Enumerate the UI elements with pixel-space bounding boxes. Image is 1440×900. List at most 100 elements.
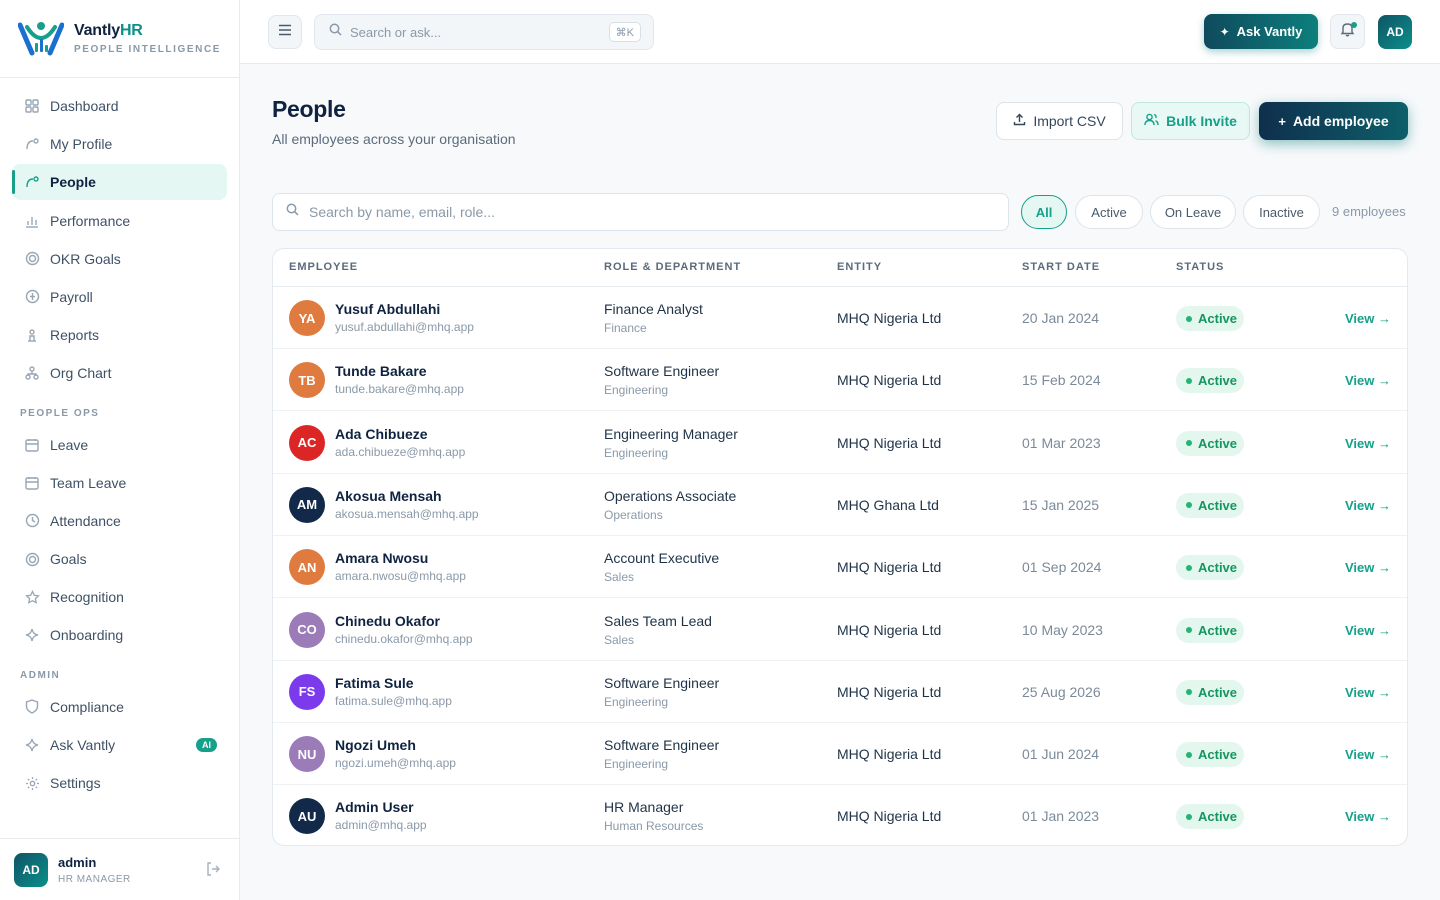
bar-chart-icon [24,213,40,229]
column-header-status[interactable]: STATUS [1176,261,1224,273]
status-dot [1186,689,1192,696]
sidebar-item-my-profile[interactable]: My Profile [12,126,227,162]
table-row[interactable]: AC Ada Chibueze ada.chibueze@mhq.app Engine… [273,412,1407,474]
view-employee-link[interactable]: View → [1345,809,1391,824]
sidebar-item-label: Dashboard [50,98,119,114]
column-header-entity[interactable]: ENTITY [837,261,882,273]
employee-name[interactable]: Chinedu Okafor [335,613,440,629]
user-card[interactable]: AD admin HR MANAGER [0,838,239,900]
sidebar-item-ask-vantly[interactable]: Ask Vantly AI [12,727,227,763]
sidebar-item-label: Attendance [50,512,121,529]
sidebar-item-label: People [50,174,96,191]
reports-icon [24,327,40,343]
view-employee-link[interactable]: View → [1345,747,1391,762]
employee-department: Engineering [604,445,669,460]
employee-name[interactable]: Fatima Sule [335,675,414,691]
employee-name[interactable]: Tunde Bakare [335,363,427,379]
employee-start-date: 15 Jan 2025 [1022,496,1100,513]
filter-all[interactable]: All [1021,195,1067,229]
nav-section-admin: ADMIN [20,669,61,681]
employee-start-date: 01 Jan 2023 [1022,808,1100,825]
employee-name[interactable]: Admin User [335,799,414,815]
sidebar-item-reports[interactable]: Reports [12,317,227,353]
employees-table: EMPLOYEE ROLE & DEPARTMENT ENTITY START … [272,248,1408,846]
view-employee-link[interactable]: View → [1345,436,1391,451]
table-row[interactable]: AM Akosua Mensah akosua.mensah@mhq.app Oper… [273,474,1407,536]
filter-on-leave[interactable]: On Leave [1150,195,1236,229]
sidebar-item-settings[interactable]: Settings [12,765,227,801]
menu-button[interactable] [268,15,302,49]
column-header-start-date[interactable]: START DATE [1022,261,1100,273]
search-placeholder: Search by name, email, role... [309,204,495,220]
view-employee-link[interactable]: View → [1345,311,1391,326]
table-row[interactable]: CO Chinedu Okafor chinedu.okafor@mhq.app Sa… [273,599,1407,661]
table-row[interactable]: TB Tunde Bakare tunde.bakare@mhq.app Softwa… [273,349,1407,412]
employee-name[interactable]: Ada Chibueze [335,426,428,442]
ai-badge: AI [196,737,217,752]
status-dot [1186,377,1192,384]
sidebar-item-label: Compliance [50,698,124,715]
target-icon [24,551,40,567]
ask-vantly-button[interactable]: ✦ Ask Vantly [1204,14,1318,49]
employee-name[interactable]: Yusuf Abdullahi [335,301,440,317]
status-badge: Active [1176,742,1244,768]
import-csv-button[interactable]: Import CSV [996,102,1123,140]
table-row[interactable]: AU Admin User admin@mhq.app HR Manager Human… [273,785,1407,845]
employee-name[interactable]: Amara Nwosu [335,550,428,566]
sidebar-item-onboarding[interactable]: Onboarding [12,617,227,653]
column-header-employee[interactable]: EMPLOYEE [289,261,358,273]
add-employee-label: Add employee [1292,113,1389,129]
sidebar-item-team-leave[interactable]: Team Leave [12,465,227,501]
employee-role: Account Executive [604,550,720,567]
column-header-role[interactable]: ROLE & DEPARTMENT [604,261,741,273]
sidebar-item-okr-goals[interactable]: OKR Goals [12,241,227,277]
sidebar-item-people[interactable]: People [12,164,227,201]
sidebar-item-payroll[interactable]: Payroll [12,279,227,315]
table-row[interactable]: YA Yusuf Abdullahi yusuf.abdullahi@mhq.app… [273,287,1407,349]
sidebar-item-attendance[interactable]: Attendance [12,503,227,539]
employee-email: yusuf.abdullahi@mhq.app [335,320,474,334]
view-employee-link[interactable]: View → [1345,498,1391,513]
table-row[interactable]: AN Amara Nwosu amara.nwosu@mhq.app Account … [273,536,1407,599]
view-employee-link[interactable]: View → [1345,685,1391,700]
employee-start-date: 01 Sep 2024 [1022,559,1102,576]
logout-icon[interactable] [205,861,221,882]
clock-icon [24,513,40,529]
employee-search-input[interactable]: Search by name, email, role... [272,193,1009,231]
brand-name: VantlyHR [74,22,143,39]
sidebar-item-org-chart[interactable]: Org Chart [12,355,227,391]
status-dot [1186,502,1192,509]
status-badge: Active [1176,430,1244,456]
target-icon [24,251,40,267]
sidebar: VantlyHR PEOPLE INTELLIGENCE Dashboard M… [0,0,240,900]
sidebar-item-leave[interactable]: Leave [12,427,227,463]
employee-start-date: 01 Jun 2024 [1022,746,1100,763]
view-employee-link[interactable]: View → [1345,623,1391,638]
sidebar-item-compliance[interactable]: Compliance [12,689,227,725]
table-row[interactable]: FS Fatima Sule fatima.sule@mhq.app Software… [273,661,1407,723]
sidebar-item-recognition[interactable]: Recognition [12,579,227,615]
view-employee-link[interactable]: View → [1345,373,1391,388]
sidebar-item-dashboard[interactable]: Dashboard [12,88,227,124]
filter-active[interactable]: Active [1075,195,1143,229]
sidebar-item-performance[interactable]: Performance [12,203,227,239]
notifications-button[interactable] [1330,14,1365,49]
global-search-input[interactable]: Search or ask... ⌘K [314,14,654,50]
add-employee-button[interactable]: + Add employee [1259,102,1408,140]
brand[interactable]: VantlyHR PEOPLE INTELLIGENCE [0,0,239,78]
calendar-icon [24,475,40,491]
status-badge: Active [1176,679,1244,705]
sidebar-item-goals[interactable]: Goals [12,541,227,577]
avatar: AM [289,486,325,523]
table-row[interactable]: NU Ngozi Umeh ngozi.umeh@mhq.app Software E… [273,723,1407,786]
employee-entity: MHQ Nigeria Ltd [837,746,942,763]
employee-name[interactable]: Ngozi Umeh [335,737,416,753]
filter-inactive[interactable]: Inactive [1243,195,1320,229]
employee-email: ada.chibueze@mhq.app [335,444,466,459]
view-employee-link[interactable]: View → [1345,560,1391,575]
employee-name[interactable]: Akosua Mensah [335,488,442,504]
avatar: CO [289,611,325,648]
employee-start-date: 10 May 2023 [1022,621,1103,638]
avatar[interactable]: AD [1378,15,1412,49]
bulk-invite-button[interactable]: Bulk Invite [1131,102,1250,140]
